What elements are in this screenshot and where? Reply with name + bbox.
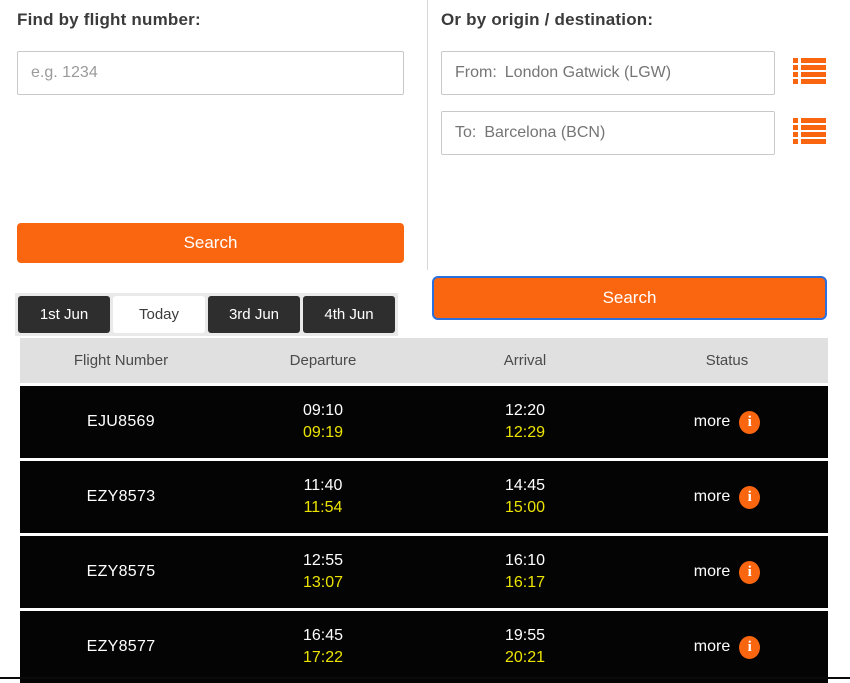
tab-today[interactable]: Today: [113, 296, 205, 333]
more-label: more: [694, 638, 730, 656]
departure-scheduled-time: 12:55: [222, 550, 424, 572]
more-button[interactable]: more i: [694, 636, 760, 659]
info-icon: i: [739, 486, 760, 509]
arrival-cell: 19:55 20:21: [424, 625, 626, 669]
status-cell: more i: [626, 411, 828, 434]
departure-actual-time: 09:19: [222, 422, 424, 444]
to-field-row: To: Barcelona (BCN): [441, 111, 827, 155]
more-label: more: [694, 488, 730, 506]
departure-cell: 11:40 11:54: [222, 475, 424, 519]
departure-actual-time: 11:54: [222, 497, 424, 519]
search-section: Find by flight number: Search Or by orig…: [0, 0, 850, 278]
flight-number-cell: EZY8575: [20, 563, 222, 581]
from-field-row: From: London Gatwick (LGW): [441, 51, 827, 95]
flight-number-cell: EZY8577: [20, 638, 222, 656]
tab-1st-jun[interactable]: 1st Jun: [18, 296, 110, 333]
col-flight-number: Flight Number: [20, 352, 222, 369]
from-value: London Gatwick (LGW): [505, 64, 671, 82]
flight-results-table: Flight Number Departure Arrival Status E…: [20, 338, 828, 683]
date-tabs: 1st Jun Today 3rd Jun 4th Jun: [15, 293, 398, 336]
tab-3rd-jun[interactable]: 3rd Jun: [208, 296, 300, 333]
more-label: more: [694, 563, 730, 581]
table-row: EZY8577 16:45 17:22 19:55 20:21 more i: [20, 611, 828, 683]
flight-number-heading: Find by flight number:: [17, 10, 404, 30]
more-label: more: [694, 413, 730, 431]
origin-destination-heading: Or by origin / destination:: [441, 10, 827, 30]
flight-number-panel: Find by flight number: Search: [0, 0, 427, 278]
departure-scheduled-time: 11:40: [222, 475, 424, 497]
flight-number-search-button[interactable]: Search: [17, 223, 404, 263]
arrival-cell: 16:10 16:17: [424, 550, 626, 594]
arrival-actual-time: 20:21: [424, 647, 626, 669]
page-bottom-rule: [0, 677, 850, 679]
table-row: EZY8573 11:40 11:54 14:45 15:00 more i: [20, 461, 828, 533]
info-icon: i: [739, 561, 760, 584]
status-cell: more i: [626, 486, 828, 509]
departure-scheduled-time: 16:45: [222, 625, 424, 647]
departure-actual-time: 13:07: [222, 572, 424, 594]
col-departure: Departure: [222, 352, 424, 369]
arrival-scheduled-time: 14:45: [424, 475, 626, 497]
flight-number-cell: EZY8573: [20, 488, 222, 506]
departure-cell: 09:10 09:19: [222, 400, 424, 444]
departure-scheduled-time: 09:10: [222, 400, 424, 422]
table-row: EJU8569 09:10 09:19 12:20 12:29 more i: [20, 386, 828, 458]
arrival-cell: 14:45 15:00: [424, 475, 626, 519]
more-button[interactable]: more i: [694, 411, 760, 434]
more-button[interactable]: more i: [694, 561, 760, 584]
from-label: From:: [455, 64, 497, 82]
flight-number-cell: EJU8569: [20, 413, 222, 431]
table-header-row: Flight Number Departure Arrival Status: [20, 338, 828, 383]
arrival-cell: 12:20 12:29: [424, 400, 626, 444]
arrival-actual-time: 12:29: [424, 422, 626, 444]
col-status: Status: [626, 352, 828, 369]
list-icon: [793, 57, 826, 90]
departure-actual-time: 17:22: [222, 647, 424, 669]
table-row: EZY8575 12:55 13:07 16:10 16:17 more i: [20, 536, 828, 608]
info-icon: i: [739, 411, 760, 434]
origin-destination-panel: Or by origin / destination: From: London…: [428, 0, 850, 278]
arrival-actual-time: 15:00: [424, 497, 626, 519]
flight-number-input[interactable]: [17, 51, 404, 95]
origin-destination-search-button[interactable]: Search: [432, 276, 827, 320]
from-airport-field[interactable]: From: London Gatwick (LGW): [441, 51, 775, 95]
departure-cell: 12:55 13:07: [222, 550, 424, 594]
col-arrival: Arrival: [424, 352, 626, 369]
arrival-scheduled-time: 16:10: [424, 550, 626, 572]
arrival-scheduled-time: 12:20: [424, 400, 626, 422]
more-button[interactable]: more i: [694, 486, 760, 509]
to-value: Barcelona (BCN): [484, 124, 605, 142]
to-airport-field[interactable]: To: Barcelona (BCN): [441, 111, 775, 155]
status-cell: more i: [626, 561, 828, 584]
arrival-actual-time: 16:17: [424, 572, 626, 594]
to-airport-list-button[interactable]: [793, 118, 826, 148]
tab-4th-jun[interactable]: 4th Jun: [303, 296, 395, 333]
arrival-scheduled-time: 19:55: [424, 625, 626, 647]
departure-cell: 16:45 17:22: [222, 625, 424, 669]
status-cell: more i: [626, 636, 828, 659]
info-icon: i: [739, 636, 760, 659]
from-airport-list-button[interactable]: [793, 58, 826, 88]
list-icon: [793, 117, 826, 150]
to-label: To:: [455, 124, 476, 142]
